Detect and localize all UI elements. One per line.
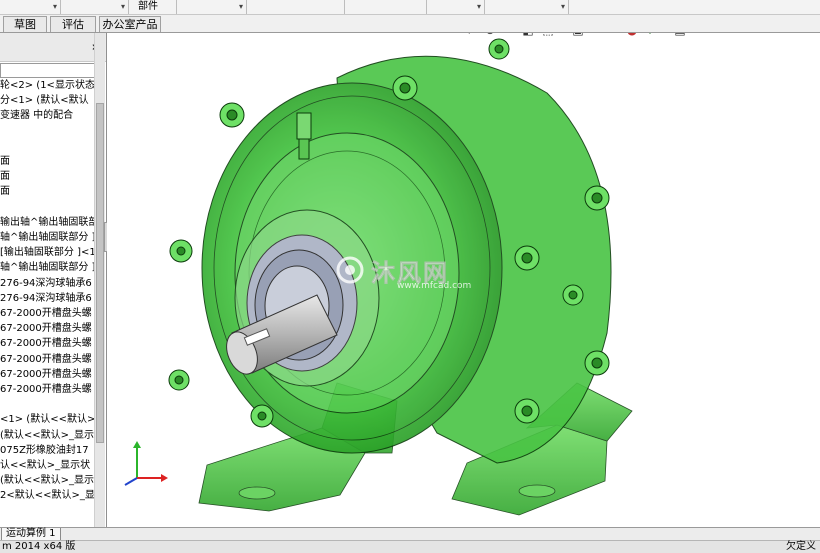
feature-tree: 轮<2> (1<显示状态 分<1> (默认<默认 变速器 中的配合面面面输出轴^输出…	[0, 79, 95, 524]
watermark-logo	[336, 256, 364, 284]
tree-item[interactable]: (默认<<默认>_显示	[0, 474, 95, 488]
edit-appearance-icon[interactable]: ●	[624, 33, 640, 38]
oil-plug	[296, 112, 312, 160]
menu-dropdown-5[interactable]	[344, 0, 427, 14]
menu-dropdown-2[interactable]: ▾	[60, 0, 129, 14]
tree-item[interactable]: 轴^输出轴固联部分 ]	[0, 261, 95, 275]
status-definition: 欠定义	[786, 541, 816, 552]
tab-evaluate[interactable]: 评估	[50, 16, 96, 32]
tree-item[interactable]: [输出轴固联部分 ]<1	[0, 246, 95, 260]
tree-item[interactable]: 认<<默认>_显示状	[0, 459, 95, 473]
tree-item[interactable]: 分<1> (默认<默认	[0, 94, 95, 108]
tab-sketch[interactable]: 草图	[3, 16, 47, 32]
watermark: 沐风网 www.mfcad.com	[335, 253, 535, 297]
tree-item[interactable]: 面	[0, 185, 95, 199]
menu-dropdown-1[interactable]: ▾	[0, 0, 61, 14]
tree-item[interactable]: 67-2000开槽盘头螺	[0, 322, 95, 336]
tree-item[interactable]: 67-2000开槽盘头螺	[0, 307, 95, 321]
menu-strip: ▾ ▾ 部件 ▾ ▾ ▾	[0, 0, 820, 15]
tree-item[interactable]: (默认<<默认>_显示	[0, 429, 95, 443]
zoom-to-fit-icon[interactable]: ⌕	[464, 33, 480, 38]
watermark-url: www.mfcad.com	[397, 281, 472, 291]
tree-item[interactable]: 67-2000开槽盘头螺	[0, 353, 95, 367]
section-view-icon[interactable]: ◧	[520, 33, 536, 38]
tree-item[interactable]	[0, 398, 95, 412]
tree-item[interactable]: 面	[0, 170, 95, 184]
menu-dropdown-3[interactable]: ▾	[176, 0, 247, 14]
tree-item[interactable]: 轴^输出轴固联部分 ]	[0, 231, 95, 245]
tree-item[interactable]: 276-94深沟球轴承6	[0, 292, 95, 306]
chevron-down-icon: ▾	[476, 2, 481, 11]
chevron-down-icon: ▾	[52, 2, 57, 11]
hide-show-icon[interactable]: ∞	[598, 33, 614, 38]
tree-item[interactable]: 276-94深沟球轴承6	[0, 277, 95, 291]
tree-item[interactable]: 67-2000开槽盘头螺	[0, 383, 95, 397]
view-orientation-icon[interactable]: ⬚	[540, 33, 556, 38]
tree-item[interactable]: 变速器 中的配合	[0, 109, 95, 123]
feature-manager-panel: » 轮<2> (1<显示状态分<1> (默认<默认变速器 中的配合面面面输出轴^…	[0, 33, 107, 527]
menu-dropdown-4[interactable]	[246, 0, 345, 14]
menu-dropdown-6[interactable]: ▾	[426, 0, 485, 14]
chevron-down-icon: ▾	[238, 2, 243, 11]
previous-view-icon[interactable]: ↶	[500, 33, 516, 38]
scrollbar-thumb[interactable]	[96, 103, 104, 443]
graphics-area[interactable]: ⌕ ⊕ ↶ ◧ ⬚ ▣ ∞ ● ♣ ▤ 沐风网 www.mfcad.com	[107, 33, 820, 527]
tree-scrollbar[interactable]	[94, 33, 105, 527]
status-version: m 2014 x64 版	[2, 541, 76, 552]
bottom-tab-bar: 运动算例 1	[0, 527, 820, 541]
menu-part[interactable]: 部件	[128, 0, 177, 14]
command-manager-tabs: 草图 评估 办公室产品	[0, 15, 820, 33]
menu-dropdown-7[interactable]: ▾	[484, 0, 569, 14]
status-bar: m 2014 x64 版 欠定义	[0, 540, 820, 553]
zoom-area-icon[interactable]: ⊕	[482, 33, 498, 38]
tree-item[interactable]	[0, 201, 95, 215]
tree-item[interactable]: 2<默认<<默认>_显示	[0, 489, 95, 503]
chevron-down-icon: ▾	[560, 2, 565, 11]
tree-item[interactable]	[0, 125, 95, 139]
tree-item[interactable]: 67-2000开槽盘头螺	[0, 337, 95, 351]
tree-item[interactable]	[0, 140, 95, 154]
menu-part-label: 部件	[138, 1, 158, 12]
tree-item[interactable]: 67-2000开槽盘头螺	[0, 368, 95, 382]
tree-item[interactable]: 轮<2> (1<显示状态	[0, 79, 95, 93]
tree-item[interactable]: 输出轴^输出轴固联部	[0, 216, 95, 230]
tree-item[interactable]: <1> (默认<<默认>_	[0, 413, 95, 427]
tree-item[interactable]: 075Z形橡胶油封17	[0, 444, 95, 458]
tree-item[interactable]: 面	[0, 155, 95, 169]
coordinate-triad	[124, 441, 168, 486]
tab-office-products[interactable]: 办公室产品	[99, 16, 161, 32]
panel-header: »	[0, 33, 106, 62]
display-style-icon[interactable]: ▣	[570, 33, 586, 38]
view-settings-icon[interactable]: ▤	[672, 33, 688, 38]
apply-scene-icon[interactable]: ♣	[642, 33, 658, 38]
chevron-down-icon: ▾	[120, 2, 125, 11]
tree-filter-input[interactable]	[0, 63, 104, 78]
